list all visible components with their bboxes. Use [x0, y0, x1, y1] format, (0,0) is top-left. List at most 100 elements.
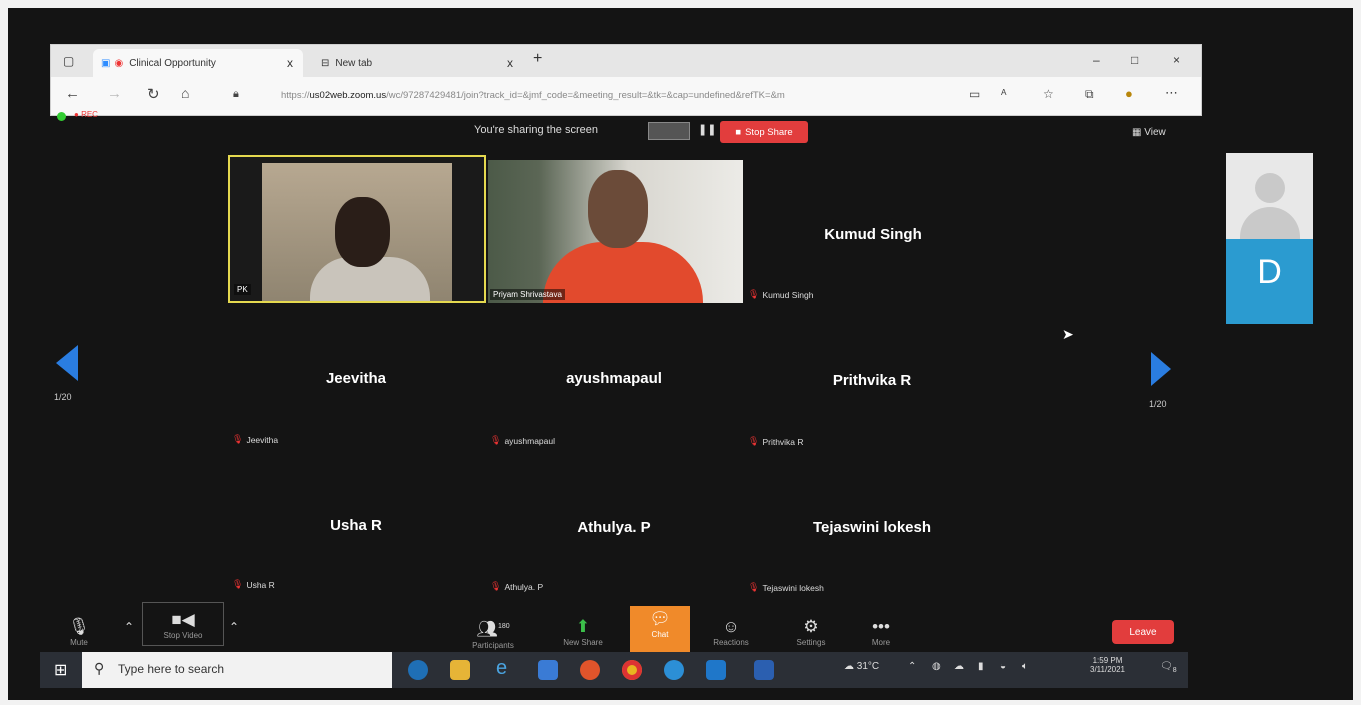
mouse-cursor-icon: ➤	[1062, 326, 1074, 342]
tab-clinical-opportunity[interactable]: ▣ ◉ Clinical Opportunity x	[93, 49, 303, 77]
office-app-icon[interactable]	[580, 660, 600, 680]
more-options-icon[interactable]: ⋯	[1165, 85, 1178, 101]
onedrive-icon[interactable]: ☁	[954, 661, 964, 672]
participant-head	[335, 197, 390, 267]
read-aloud-icon[interactable]: ᴬ	[1001, 87, 1006, 101]
tab-new-tab[interactable]: ⊟ New tab x	[313, 49, 523, 77]
mute-button[interactable]: 🎙︎ Mute	[44, 616, 114, 647]
tile-label-ayushmapaul: 🎙︎ ayushmapaul	[490, 435, 555, 446]
tile-name-ayushmapaul[interactable]: ayushmapaul	[489, 370, 739, 387]
edge-icon[interactable]	[664, 660, 684, 680]
zoom-screen: ▢ ▣ ◉ Clinical Opportunity x ⊟ New tab x…	[8, 8, 1353, 700]
view-button[interactable]: ▦ View	[1132, 127, 1166, 138]
browser-window: ▢ ▣ ◉ Clinical Opportunity x ⊟ New tab x…	[50, 44, 1202, 116]
usb-icon[interactable]: ▮	[978, 661, 984, 672]
show-hidden-icons-chevron-icon[interactable]: ⌃	[908, 661, 916, 672]
close-tab-icon[interactable]: x	[507, 56, 513, 70]
chat-button-content: 💬︎ Chat	[625, 608, 695, 639]
taskbar-search-box[interactable]: ⚲ Type here to search	[82, 652, 392, 688]
reaction-smiley-icon: ☺	[722, 617, 740, 636]
chrome-icon[interactable]	[622, 660, 642, 680]
windows-taskbar: ⊞ ⚲ Type here to search e ☁ 31°C ⌃ ◍ ☁ ▮…	[40, 652, 1188, 688]
lock-icon: 🔒︎	[233, 88, 239, 100]
minimize-button[interactable]: –	[1093, 53, 1100, 67]
gear-icon: ⚙	[803, 617, 819, 636]
weather-widget[interactable]: ☁ 31°C	[844, 661, 879, 672]
tile-name-tejaswini[interactable]: Tejaswini lokesh	[747, 519, 997, 536]
favorite-star-icon[interactable]: ☆	[1043, 87, 1054, 101]
participants-button[interactable]: 👥︎180 Participants	[458, 616, 528, 650]
back-arrow-icon[interactable]: ←	[65, 85, 80, 102]
muted-mic-icon: 🎙︎	[490, 581, 502, 591]
tile-label-kumud: 🎙︎ Kumud Singh	[748, 289, 814, 300]
video-tile-priyam[interactable]: Priyam Shrivastava	[488, 160, 743, 303]
tile-name-athulya[interactable]: Athulya. P	[489, 519, 739, 536]
self-view-tile[interactable]: D	[1226, 153, 1313, 324]
tile-label-jeevitha: 🎙︎ Jeevitha	[232, 434, 279, 445]
profile-icon[interactable]: ●	[1125, 86, 1133, 101]
tab-bar: ▢ ▣ ◉ Clinical Opportunity x ⊟ New tab x…	[51, 45, 1201, 77]
stop-video-button[interactable]: ■◀ Stop Video	[142, 602, 224, 646]
home-icon[interactable]: ⌂	[181, 85, 189, 101]
notification-icon[interactable]: 🗨︎8	[1160, 661, 1177, 674]
video-name-label: Priyam Shrivastava	[490, 289, 565, 300]
new-share-button[interactable]: ⬆ New Share	[548, 616, 618, 647]
previous-page-arrow-icon[interactable]	[56, 345, 78, 381]
avatar-body	[1240, 207, 1300, 239]
video-options-chevron-icon[interactable]: ⌃	[229, 620, 239, 634]
muted-mic-icon: 🎙︎	[490, 435, 502, 445]
outlook-icon[interactable]	[706, 660, 726, 680]
reactions-button[interactable]: ☺ Reactions	[696, 616, 766, 647]
file-explorer-icon[interactable]	[450, 660, 470, 680]
microphone-icon: 🎙︎	[68, 617, 90, 636]
new-tab-button[interactable]: +	[533, 50, 542, 68]
cloud-icon: ☁	[844, 661, 854, 672]
pause-share-icon[interactable]: ❚❚	[698, 123, 716, 136]
rec-indicator: ● REC	[74, 110, 98, 119]
windows-start-icon[interactable]: ⊞	[54, 660, 67, 680]
avatar	[1226, 153, 1313, 239]
more-button[interactable]: ••• More	[846, 616, 916, 647]
audio-options-chevron-icon[interactable]: ⌃	[124, 620, 134, 634]
participant-head	[588, 170, 648, 248]
volume-icon[interactable]: 🔈︎	[1022, 661, 1028, 672]
network-icon[interactable]: ◍	[932, 661, 941, 672]
cortana-icon[interactable]	[408, 660, 428, 680]
word-icon[interactable]	[754, 660, 774, 680]
settings-button[interactable]: ⚙ Settings	[776, 616, 846, 647]
page-indicator-left: 1/20	[54, 392, 72, 402]
taskbar-clock[interactable]: 1:59 PM 3/11/2021	[1090, 656, 1125, 674]
collections-icon[interactable]: ⧉	[1085, 87, 1094, 102]
encryption-shield-icon[interactable]	[57, 112, 66, 121]
internet-explorer-icon[interactable]: e	[496, 657, 507, 680]
url-field[interactable]: https://us02web.zoom.us/wc/97287429481/j…	[281, 86, 971, 106]
maximize-button[interactable]: □	[1131, 53, 1138, 67]
avatar-head	[1255, 173, 1285, 203]
video-tile-pk[interactable]: PK	[228, 155, 486, 303]
tile-name-kumud[interactable]: Kumud Singh	[748, 226, 998, 243]
close-tab-icon[interactable]: x	[287, 56, 293, 70]
wifi-icon[interactable]: ◒	[1000, 661, 1006, 672]
tile-name-jeevitha[interactable]: Jeevitha	[231, 370, 481, 387]
tile-label-prithvika: 🎙︎ Prithvika R	[748, 436, 804, 447]
forward-arrow-icon[interactable]: →	[107, 85, 122, 102]
tile-label-athulya: 🎙︎ Athulya. P	[490, 581, 544, 592]
tile-name-usha[interactable]: Usha R	[231, 517, 481, 534]
refresh-icon[interactable]: ↻	[147, 85, 160, 103]
camera-permission-icon[interactable]: ▭	[969, 87, 980, 101]
muted-mic-icon: 🎙︎	[748, 289, 760, 299]
tile-name-prithvika[interactable]: Prithvika R	[747, 372, 997, 389]
store-app-icon[interactable]	[538, 660, 558, 680]
close-window-button[interactable]: ×	[1173, 53, 1180, 67]
tile-label-tejaswini: 🎙︎ Tejaswini lokesh	[748, 582, 824, 593]
next-page-arrow-icon[interactable]	[1151, 352, 1171, 386]
chat-button[interactable]: 💬︎ Chat	[630, 606, 690, 652]
new-tab-page-icon: ⊟	[321, 57, 330, 69]
participants-icon: 👥︎180	[476, 619, 510, 639]
leave-button[interactable]: Leave	[1112, 620, 1174, 644]
search-icon: ⚲	[94, 660, 105, 676]
video-name-label: PK	[234, 284, 251, 295]
self-initial: D	[1257, 253, 1282, 291]
stop-share-button[interactable]: ■ Stop Share	[720, 121, 808, 143]
tab-actions-icon[interactable]: ▢	[63, 54, 74, 68]
